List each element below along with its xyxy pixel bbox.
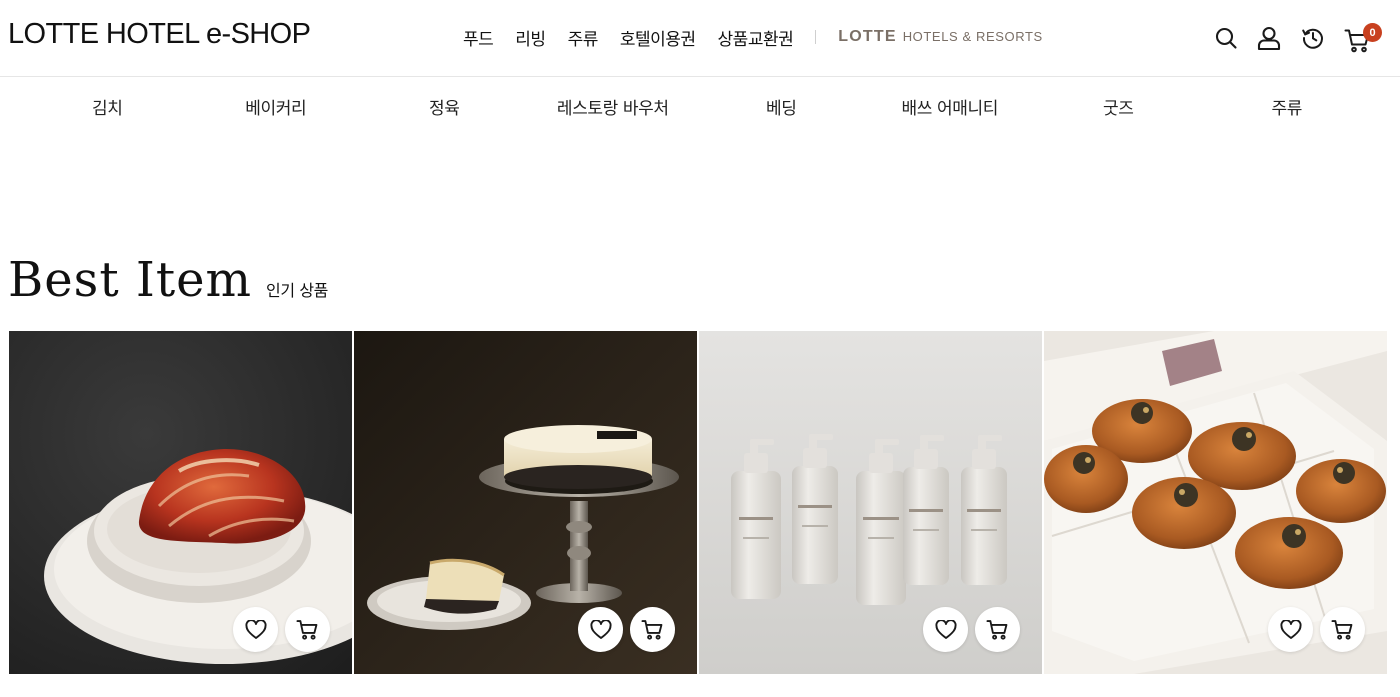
cart-button[interactable]: 0 <box>1344 21 1384 55</box>
cart-icon <box>985 619 1007 640</box>
history-icon <box>1302 28 1323 49</box>
category-liquor[interactable]: 주류 <box>1203 94 1372 119</box>
wishlist-button[interactable] <box>1268 607 1313 652</box>
product-card[interactable] <box>9 331 352 674</box>
product-card[interactable] <box>1044 331 1387 674</box>
add-to-cart-button[interactable] <box>975 607 1020 652</box>
gnb-item-liquor[interactable]: 주류 <box>568 25 599 50</box>
mypage-button[interactable] <box>1255 21 1283 55</box>
category-bedding[interactable]: 베딩 <box>697 94 866 119</box>
card-actions <box>923 607 1020 652</box>
brand-main: LOTTE <box>838 28 897 45</box>
best-item-list <box>9 331 1387 674</box>
gnb-item-gift-voucher[interactable]: 상품교환권 <box>718 25 794 50</box>
heart-icon <box>934 619 957 639</box>
wishlist-button[interactable] <box>233 607 278 652</box>
add-to-cart-button[interactable] <box>1320 607 1365 652</box>
add-to-cart-button[interactable] <box>285 607 330 652</box>
best-item-heading: Best Item 인기 상품 <box>8 252 328 308</box>
recent-view-button[interactable] <box>1299 21 1327 55</box>
section-subtitle: 인기 상품 <box>266 281 328 300</box>
add-to-cart-button[interactable] <box>630 607 675 652</box>
cart-count-badge: 0 <box>1363 23 1382 42</box>
search-icon <box>1215 27 1237 49</box>
user-icon <box>1257 26 1281 51</box>
gnb-divider <box>815 30 817 44</box>
cart-icon <box>1330 619 1352 640</box>
category-bakery[interactable]: 베이커리 <box>192 94 361 119</box>
category-goods[interactable]: 굿즈 <box>1034 94 1203 119</box>
category-bath-amenity[interactable]: 배쓰 어매니티 <box>866 94 1035 119</box>
brand-link[interactable]: LOTTE HOTELS & RESORTS <box>838 28 1043 46</box>
card-actions <box>233 607 330 652</box>
heart-icon <box>1279 619 1302 639</box>
wishlist-button[interactable] <box>578 607 623 652</box>
brand-sub: HOTELS & RESORTS <box>902 29 1043 44</box>
site-logo[interactable]: LOTTE HOTEL e-SHOP <box>8 18 311 51</box>
wishlist-button[interactable] <box>923 607 968 652</box>
section-title: Best Item <box>8 252 253 308</box>
search-button[interactable] <box>1212 21 1240 55</box>
cart-icon <box>295 619 317 640</box>
gnb-item-food[interactable]: 푸드 <box>463 25 494 50</box>
heart-icon <box>244 619 267 639</box>
gnb-item-living[interactable]: 리빙 <box>515 25 546 50</box>
global-nav: 푸드 리빙 주류 호텔이용권 상품교환권 LOTTE HOTELS & RESO… <box>463 24 1043 50</box>
heart-icon <box>589 619 612 639</box>
card-actions <box>578 607 675 652</box>
category-nav: 김치 베이커리 정육 레스토랑 바우처 베딩 배쓰 어매니티 굿즈 주류 <box>23 94 1371 119</box>
site-header: LOTTE HOTEL e-SHOP 푸드 리빙 주류 호텔이용권 상품교환권 … <box>0 0 1400 77</box>
product-card[interactable] <box>699 331 1042 674</box>
cart-icon <box>640 619 662 640</box>
product-card[interactable] <box>354 331 697 674</box>
category-kimchi[interactable]: 김치 <box>23 94 192 119</box>
category-restaurant-voucher[interactable]: 레스토랑 바우처 <box>529 94 698 119</box>
gnb-item-hotel-voucher[interactable]: 호텔이용권 <box>620 25 696 50</box>
card-actions <box>1268 607 1365 652</box>
category-meat[interactable]: 정육 <box>360 94 529 119</box>
